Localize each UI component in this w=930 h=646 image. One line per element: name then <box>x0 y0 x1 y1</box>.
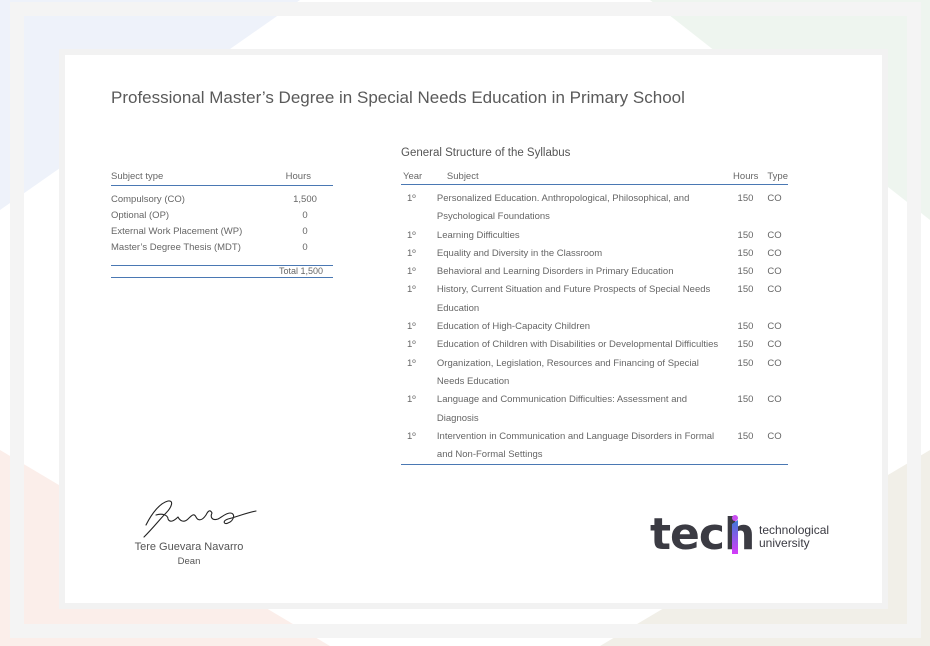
hours-summary-table: Subject type Hours Compulsory (CO) 1,500… <box>111 169 333 278</box>
row-type: CO <box>767 284 782 296</box>
table-row: 1º Learning Difficulties 150 CO <box>401 227 788 245</box>
row-subject: Behavioral and Learning Disorders in Pri… <box>436 266 674 278</box>
summary-header-hours: Hours <box>285 171 311 182</box>
logo-tagline-line-2: university <box>759 536 810 550</box>
summary-row-label: Compulsory (CO) <box>111 194 185 205</box>
syllabus-header-subject: Subject <box>436 168 719 185</box>
table-row: 1º History, Current Situation and Future… <box>401 281 788 318</box>
syllabus-table: Year Subject Hours Type 1º Personalized … <box>401 168 788 466</box>
summary-row-label: External Work Placement (WP) <box>111 226 243 237</box>
table-row: 1º Education of High-Capacity Children 1… <box>401 318 788 336</box>
row-subject: Personalized Education. Anthropological,… <box>436 193 690 223</box>
table-row: 1º Personalized Education. Anthropologic… <box>401 185 788 227</box>
row-year: 1º <box>407 357 416 369</box>
table-row: 1º Equality and Diversity in the Classro… <box>401 245 788 263</box>
row-type: CO <box>767 193 782 204</box>
row-hours: 150 <box>737 229 754 241</box>
row-subject: Equality and Diversity in the Classroom <box>436 247 603 259</box>
row-hours: 150 <box>737 284 754 296</box>
syllabus-header-type: Type <box>767 168 788 185</box>
page-title: Professional Master’s Degree in Special … <box>111 88 685 107</box>
logo-h-accent-icon <box>732 515 738 554</box>
row-type: CO <box>767 266 782 278</box>
row-subject: Language and Communication Difficulties:… <box>436 394 688 424</box>
row-type: CO <box>767 357 782 369</box>
row-type: CO <box>767 247 782 259</box>
summary-row-label: Optional (OP) <box>111 210 170 221</box>
syllabus-header-hours: Hours <box>718 168 768 185</box>
row-subject: Intervention in Communication and Langua… <box>436 427 719 466</box>
table-row: 1º Education of Children with Disabiliti… <box>401 336 788 354</box>
row-hours: 150 <box>737 394 754 406</box>
row-year: 1º <box>407 247 416 259</box>
summary-row-hours: 1,500 <box>293 194 317 205</box>
syllabus-header-row: Year Subject Hours Type <box>401 168 788 185</box>
summary-row: Compulsory (CO) 1,500 <box>111 192 333 208</box>
row-hours: 150 <box>737 266 754 278</box>
row-hours: 150 <box>718 427 768 466</box>
signatory-role: Dean <box>177 556 201 567</box>
row-hours: 150 <box>737 247 754 259</box>
logo-tagline: technological university <box>759 524 829 550</box>
syllabus-header-year: Year <box>401 168 437 185</box>
table-row: 1º Organization, Legislation, Resources … <box>401 355 788 392</box>
tech-university-logo: tech technological university <box>650 510 850 560</box>
table-row: 1º Intervention in Communication and Lan… <box>401 427 788 466</box>
signatory-name: Tere Guevara Navarro <box>134 541 244 553</box>
syllabus-title: General Structure of the Syllabus <box>401 147 571 159</box>
row-subject: Education of High-Capacity Children <box>436 321 591 333</box>
row-hours: 150 <box>737 193 754 204</box>
summary-header: Subject type Hours <box>111 169 333 186</box>
row-year: 1º <box>407 266 416 278</box>
summary-row: External Work Placement (WP) 0 <box>111 224 333 240</box>
row-year: 1º <box>407 284 416 296</box>
row-hours: 150 <box>737 339 754 351</box>
table-row: 1º Behavioral and Learning Disorders in … <box>401 263 788 281</box>
row-subject: Education of Children with Disabilities … <box>436 339 719 351</box>
logo-tagline-line-1: technological <box>759 523 830 537</box>
summary-row-hours: 0 <box>302 226 308 237</box>
summary-header-subject-type: Subject type <box>111 171 164 182</box>
summary-row-label: Master’s Degree Thesis (MDT) <box>111 242 241 253</box>
row-subject: Organization, Legislation, Resources and… <box>436 357 699 387</box>
row-type: CO <box>767 321 782 333</box>
row-hours: 150 <box>737 321 754 333</box>
table-row: 1º Language and Communication Difficulti… <box>401 391 788 428</box>
summary-row-hours: 0 <box>302 242 308 253</box>
row-hours: 150 <box>737 357 754 369</box>
row-type: CO <box>767 427 788 466</box>
summary-row-hours: 0 <box>302 210 308 221</box>
row-year: 1º <box>407 193 416 204</box>
row-subject: Learning Difficulties <box>436 229 520 241</box>
signature-image <box>143 500 257 538</box>
row-year: 1º <box>401 427 437 466</box>
row-year: 1º <box>407 321 416 333</box>
row-type: CO <box>767 339 782 351</box>
summary-total: Total 1,500 <box>111 265 333 278</box>
row-year: 1º <box>407 339 416 351</box>
row-type: CO <box>767 394 782 406</box>
summary-row: Master’s Degree Thesis (MDT) 0 <box>111 240 333 256</box>
row-subject: History, Current Situation and Future Pr… <box>436 284 711 314</box>
row-year: 1º <box>407 229 416 241</box>
row-type: CO <box>767 229 782 241</box>
row-year: 1º <box>407 394 416 406</box>
summary-row: Optional (OP) 0 <box>111 208 333 224</box>
